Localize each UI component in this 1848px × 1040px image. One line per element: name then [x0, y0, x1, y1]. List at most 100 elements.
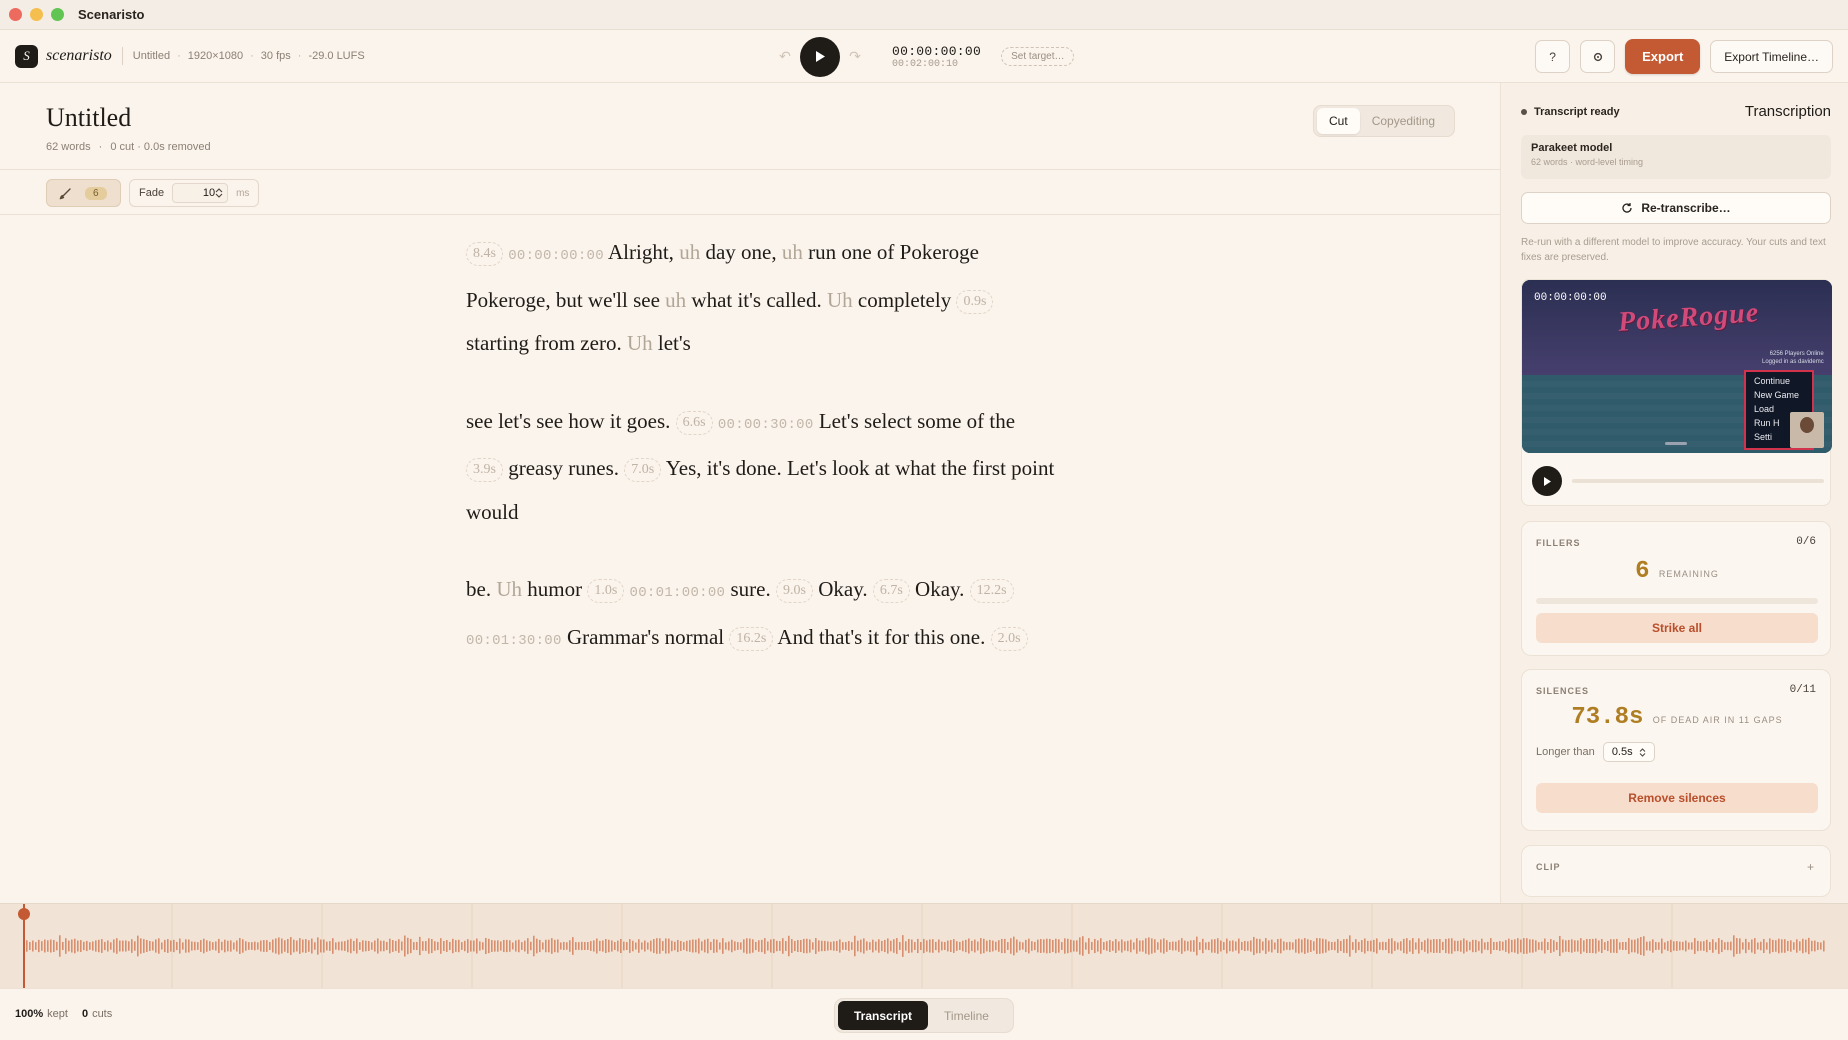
settings-button[interactable]	[1580, 40, 1616, 73]
waveform-strip[interactable]	[0, 903, 1848, 989]
waveform-bar	[1091, 941, 1093, 951]
waveform-bar	[1325, 939, 1327, 953]
transcript-word[interactable]: day one,	[705, 240, 776, 264]
waveform-bar	[800, 939, 802, 953]
transcript-word[interactable]: sure.	[731, 577, 771, 601]
help-button[interactable]: ?	[1535, 40, 1571, 73]
transcript-word[interactable]: let's	[658, 331, 691, 355]
transcript-word[interactable]: humor	[527, 577, 582, 601]
close-window-button[interactable]	[9, 8, 22, 21]
brush-icon	[59, 188, 71, 200]
silence-gap[interactable]: 16.2s	[729, 626, 774, 651]
filler-word[interactable]: uh	[679, 240, 700, 264]
transcript-word[interactable]: Let's select some of the	[819, 409, 1015, 433]
waveform-bar	[1346, 938, 1348, 954]
silence-gap[interactable]: 6.7s	[872, 579, 910, 603]
waveform-bar	[74, 938, 76, 954]
waveform-bar	[1547, 942, 1549, 950]
waveform-bar	[929, 939, 931, 953]
clip-panel[interactable]: CLIP +	[1521, 845, 1831, 897]
play-button[interactable]	[800, 36, 840, 77]
retranscribe-button[interactable]: Re-transcribe…	[1521, 192, 1831, 224]
silence-gap[interactable]: 2.0s	[990, 626, 1028, 651]
silences-panel: SILENCES 0/11 73.8s OF DEAD AIR IN 11 GA…	[1521, 669, 1831, 831]
waveform-bar	[431, 938, 433, 954]
transcript-word[interactable]: Grammar's normal	[567, 625, 724, 649]
waveform-bar	[953, 939, 955, 953]
silence-gap[interactable]: 6.6s	[675, 410, 713, 435]
waveform-bar	[674, 941, 676, 951]
waveform-bar	[689, 940, 691, 952]
zoom-window-button[interactable]	[51, 8, 64, 21]
transcript-word[interactable]: be.	[466, 577, 491, 601]
waveform-bar	[104, 941, 106, 951]
filler-word[interactable]: uh	[665, 288, 686, 312]
waveform-bar	[1349, 935, 1351, 957]
inline-timecode: 00:01:30:00	[466, 632, 562, 649]
export-timeline-button[interactable]: Export Timeline…	[1710, 40, 1833, 73]
silence-gap[interactable]: 12.2s	[969, 579, 1014, 603]
filler-word[interactable]: Uh	[827, 288, 853, 312]
waveform-bar	[1181, 938, 1183, 954]
silence-gap[interactable]: 1.0s	[587, 579, 625, 603]
transcript-word[interactable]: Okay.	[818, 577, 867, 601]
waveform-bar	[1037, 939, 1039, 953]
playhead-handle[interactable]	[18, 908, 30, 920]
plus-icon[interactable]: +	[1807, 860, 1814, 874]
waveform-bar	[1712, 939, 1714, 953]
tab-timeline[interactable]: Timeline	[928, 1001, 1005, 1030]
silence-gap[interactable]: 8.4s	[466, 242, 503, 266]
waveform-bar	[521, 942, 523, 950]
waveform-bar	[200, 940, 202, 952]
waveform-bar	[887, 938, 889, 954]
minimize-window-button[interactable]	[30, 8, 43, 21]
silence-gap[interactable]: 7.0s	[624, 458, 662, 482]
stepper-icon[interactable]	[215, 188, 223, 198]
silence-gap[interactable]: 0.9s	[956, 289, 994, 314]
waveform-bar	[290, 937, 292, 955]
tab-transcript[interactable]: Transcript	[838, 1001, 929, 1030]
waveform-bar	[239, 937, 241, 955]
filler-brush-button[interactable]: 6	[46, 179, 121, 207]
transcript-body[interactable]: 8.4s 00:00:00:00 Alright, uh day one, uh…	[466, 231, 1056, 697]
waveform-bar	[986, 940, 988, 952]
silence-gap[interactable]: 3.9s	[466, 458, 503, 482]
silence-threshold-select[interactable]: 0.5s	[1602, 742, 1655, 762]
transcript-word[interactable]: see let's see how it goes.	[466, 409, 670, 433]
waveform-bar	[1664, 942, 1666, 950]
strike-all-button[interactable]: Strike all	[1536, 613, 1818, 643]
waveform-bar	[209, 941, 211, 951]
transcript-word[interactable]: greasy runes.	[508, 456, 619, 480]
video-play-button[interactable]	[1532, 466, 1562, 496]
fade-input[interactable]: 10	[172, 183, 229, 203]
waveform-bar	[86, 940, 88, 952]
set-target-button[interactable]: Set target…	[1001, 47, 1075, 66]
skip-back-icon[interactable]: ↶	[770, 48, 800, 65]
transcript-word[interactable]: And that's it for this one.	[777, 625, 985, 649]
waveform-bar	[473, 940, 475, 952]
waveform-bar	[1226, 938, 1228, 954]
document-title[interactable]: Untitled	[46, 103, 131, 133]
transcript-word[interactable]: what it's called.	[691, 288, 821, 312]
transcript-word[interactable]: starting from zero.	[466, 331, 622, 355]
waveform-bar	[545, 939, 547, 953]
filler-word[interactable]: Uh	[627, 331, 653, 355]
transcript-word[interactable]: Alright,	[608, 240, 674, 264]
waveform-bar	[377, 938, 379, 954]
filler-word[interactable]: Uh	[496, 577, 522, 601]
export-button[interactable]: Export	[1625, 39, 1701, 74]
transcript-word[interactable]: completely	[858, 288, 951, 312]
waveform-bar	[305, 939, 307, 953]
skip-forward-icon[interactable]: ↷	[840, 48, 870, 65]
remove-silences-button[interactable]: Remove silences	[1536, 783, 1818, 813]
filler-word[interactable]: uh	[782, 240, 803, 264]
video-preview[interactable]: PokeRogue 6256 Players Online Logged in …	[1522, 280, 1832, 453]
waveform-bar	[32, 940, 34, 952]
waveform-bar	[1148, 937, 1150, 955]
tab-cut[interactable]: Cut	[1317, 108, 1360, 134]
silence-gap[interactable]: 9.0s	[776, 579, 813, 603]
video-scrubber[interactable]	[1572, 479, 1824, 483]
waveform-bar	[263, 940, 265, 952]
tab-copyediting[interactable]: Copyediting	[1360, 108, 1447, 134]
transcript-word[interactable]: Okay.	[915, 577, 964, 601]
